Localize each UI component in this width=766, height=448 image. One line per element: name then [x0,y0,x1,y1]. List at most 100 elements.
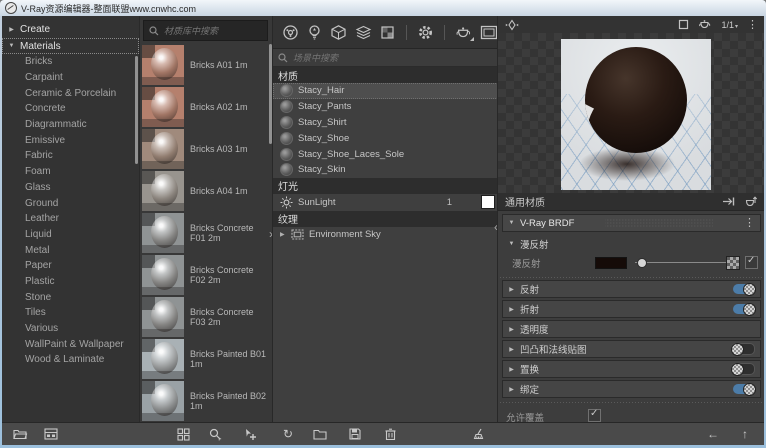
titlebar[interactable]: V-Ray资源编辑器-整面联盟www.cnwhc.com [0,0,766,16]
save-icon[interactable] [347,426,363,442]
light-color-swatch[interactable] [481,195,495,209]
library-item-label: Bricks A03 1m [190,144,268,155]
scene-material-row[interactable]: Stacy_Skin [273,162,498,178]
collapse-up-arrow-icon[interactable]: ↑ [737,426,753,442]
purge-unused-icon[interactable] [470,426,486,442]
category-item[interactable]: Liquid [2,227,139,243]
add-material-icon[interactable] [242,426,258,442]
open-folder-icon[interactable] [12,426,28,442]
category-item[interactable]: Carpaint [2,70,139,86]
diffuse-slider-knob[interactable] [637,258,647,268]
bump-normal-toggle[interactable] [731,343,755,355]
render-teapot-icon[interactable] [455,23,473,41]
category-item[interactable]: Glass [2,180,139,196]
reflection-toggle[interactable] [733,284,755,294]
category-item[interactable]: Diagrammatic [2,117,139,133]
diffuse-slider[interactable] [635,262,729,263]
library-item[interactable]: Bricks Concrete F02 2m [140,254,273,296]
library-item[interactable]: Bricks Concrete F01 2m [140,212,273,254]
textures-icon[interactable] [379,23,396,41]
category-item[interactable]: Metal [2,242,139,258]
category-item[interactable]: WallPaint & Wallpaper [2,336,139,352]
light-intensity-value[interactable]: 1 [447,197,452,208]
tree-item-materials[interactable]: ▼ Materials [2,38,139,54]
refresh-icon[interactable]: ↻ [280,426,296,442]
category-item[interactable]: Leather [2,211,139,227]
diffuse-texture-checkbox[interactable] [745,256,758,269]
apply-to-selection-icon[interactable] [722,196,735,207]
expand-right-icon[interactable]: ▶ [280,231,286,238]
library-item[interactable]: Bricks A03 1m [140,128,273,170]
category-item[interactable]: Tiles [2,305,139,321]
reflection-section[interactable]: ▶ 反射 [502,280,761,298]
displacement-toggle[interactable] [731,363,755,375]
scene-texture-row[interactable]: ▶ Environment Sky [273,227,498,243]
binding-toggle[interactable] [733,384,755,394]
material-name: Stacy_Pants [298,101,351,112]
brdf-rollout[interactable]: ▼ V-Ray BRDF ⋮ [502,214,761,232]
refraction-section[interactable]: ▶ 折射 [502,300,761,318]
category-item[interactable]: Ceramic & Porcelain [2,85,139,101]
library-item-label: Bricks Concrete F03 2m [190,307,268,328]
category-item[interactable]: Emissive [2,132,139,148]
diffuse-color-swatch[interactable] [595,257,627,269]
library-search-input[interactable]: 材质库中搜索 [143,20,268,41]
scene-material-row[interactable]: Stacy_Shoe [273,130,498,146]
category-item[interactable]: Wood & Laminate [2,352,139,368]
category-item[interactable]: Fabric [2,148,139,164]
scrollbar[interactable] [135,56,138,164]
open-file-icon[interactable] [312,426,328,442]
library-item[interactable]: Bricks Painted B02 1m [140,380,273,422]
tree-item-create[interactable]: ▶ Create [2,21,139,37]
category-item[interactable]: Stone [2,289,139,305]
scene-material-row[interactable]: Stacy_Hair [273,83,498,99]
pick-material-icon[interactable] [207,426,223,442]
refraction-toggle[interactable] [733,304,755,314]
toolbar-separator [444,25,445,40]
scene-material-row[interactable]: Stacy_Shirt [273,115,498,131]
frame-buffer-icon[interactable] [480,23,498,41]
category-item[interactable]: Plastic [2,274,139,290]
allow-override-checkbox[interactable] [588,409,601,422]
brdf-menu-icon[interactable]: ⋮ [744,218,755,228]
material-preview-image[interactable] [561,39,711,190]
library-item[interactable]: Bricks A01 1m [140,44,273,86]
materials-icon[interactable] [282,23,299,41]
grid-view-icon[interactable] [175,426,191,442]
collapse-left-arrow-icon[interactable]: ← [705,426,721,442]
library-item[interactable]: Bricks A04 1m [140,170,273,212]
scene-material-row[interactable]: Stacy_Pants [273,99,498,115]
category-item[interactable]: Various [2,321,139,337]
library-item[interactable]: Bricks Painted B01 1m [140,338,273,380]
category-item[interactable]: Concrete [2,101,139,117]
library-item[interactable]: Bricks A02 1m [140,86,273,128]
material-sphere-icon [280,132,293,145]
displacement-section[interactable]: ▶ 置换 [502,360,761,378]
preview-menu-icon[interactable]: ⋮ [747,20,758,30]
update-preview-icon[interactable] [744,196,758,207]
settings-gear-icon[interactable] [417,23,434,41]
bump-normal-section[interactable]: ▶ 凹凸和法线贴图 [502,340,761,358]
category-item[interactable]: Foam [2,164,139,180]
toolbar-separator [406,25,407,40]
scene-search-input[interactable]: 场景中搜索 [273,49,498,67]
library-item[interactable]: Bricks Concrete F03 2m [140,296,273,338]
category-item[interactable]: Ground [2,195,139,211]
preview-teapot-icon[interactable] [698,19,712,30]
preview-options-icon[interactable] [505,19,519,31]
binding-section[interactable]: ▶ 绑定 [502,380,761,398]
scene-light-row[interactable]: SunLight 1 [273,194,498,211]
opacity-section[interactable]: ▶ 透明度 [502,320,761,338]
preview-mode-icon[interactable] [678,19,689,30]
geometry-icon[interactable] [330,23,347,41]
preview-ratio-dropdown[interactable]: 1/1▾ [721,20,738,30]
lights-icon[interactable] [306,23,323,41]
diffuse-texture-button[interactable] [726,256,740,270]
diffuse-section-header[interactable]: ▼ 漫反射 [498,237,764,251]
category-item[interactable]: Bricks [2,54,139,70]
delete-icon[interactable] [382,426,398,442]
render-elements-icon[interactable] [355,23,372,41]
category-item[interactable]: Paper [2,258,139,274]
library-view-icon[interactable] [43,426,59,442]
scene-material-row[interactable]: Stacy_Shoe_Laces_Sole [273,146,498,162]
